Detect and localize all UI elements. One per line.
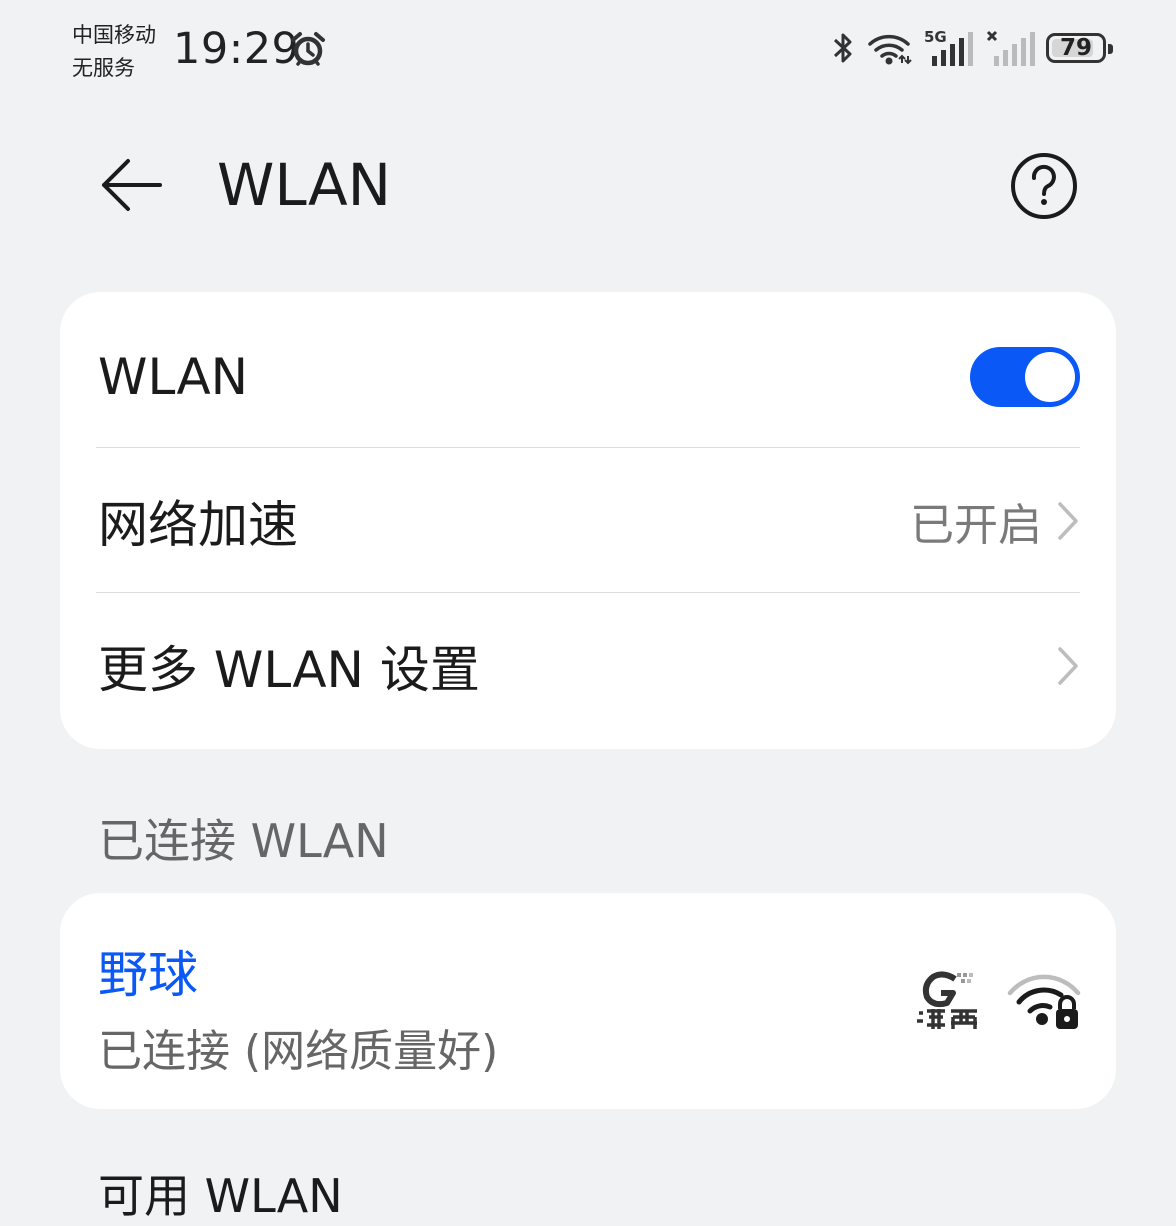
wlan-toggle-row[interactable]: WLAN — [98, 304, 1080, 449]
signal-5g-icon: 5G — [924, 28, 973, 66]
lingxiao-logo-icon — [917, 971, 977, 1029]
carrier-info: 中国移动 无服务 — [72, 19, 156, 85]
back-button[interactable] — [96, 150, 166, 220]
signal-5g-label: 5G — [924, 28, 947, 46]
wifi-icon — [868, 34, 912, 65]
battery-icon: 79 — [1046, 33, 1113, 63]
wifi-lock-icon — [1007, 974, 1081, 1029]
wlan-label: WLAN — [98, 347, 249, 406]
available-wlan-section-title: 可用 WLAN — [98, 1169, 343, 1223]
network-acceleration-value: 已开启 — [910, 499, 1042, 551]
connected-wlan-section-title: 已连接 WLAN — [98, 814, 389, 868]
network-acceleration-row[interactable]: 网络加速 已开启 — [98, 448, 1080, 593]
bluetooth-icon — [833, 33, 852, 63]
more-wlan-settings-row[interactable]: 更多 WLAN 设置 — [98, 593, 1080, 738]
status-bar: 中国移动 无服务 19:29 5G 79 — [0, 0, 1176, 100]
help-icon[interactable] — [1010, 152, 1078, 220]
chevron-right-icon — [1058, 501, 1078, 540]
more-wlan-settings-label: 更多 WLAN 设置 — [98, 640, 480, 699]
page-title: WLAN — [217, 151, 392, 219]
back-arrow-icon — [102, 159, 162, 211]
service-status: 无服务 — [72, 56, 135, 80]
carrier-name: 中国移动 — [72, 23, 156, 47]
network-status: 已连接 (网络质量好) — [98, 1026, 499, 1077]
signal-no-service-icon — [986, 30, 1035, 66]
connected-network-card[interactable]: 野球 已连接 (网络质量好) — [60, 893, 1116, 1109]
battery-percent: 79 — [1059, 35, 1092, 61]
wlan-toggle[interactable] — [970, 346, 1080, 407]
chevron-right-icon — [1058, 646, 1078, 685]
clock: 19:29 — [173, 24, 300, 74]
wlan-settings-card: WLAN 网络加速 已开启 更多 WLAN 设置 — [60, 292, 1116, 749]
status-icons: 5G 79 — [830, 28, 1113, 68]
app-header: WLAN — [0, 130, 1176, 240]
network-name: 野球 — [98, 946, 198, 1004]
toggle-knob — [1025, 351, 1075, 402]
alarm-icon — [291, 32, 325, 66]
network-acceleration-label: 网络加速 — [98, 495, 298, 554]
